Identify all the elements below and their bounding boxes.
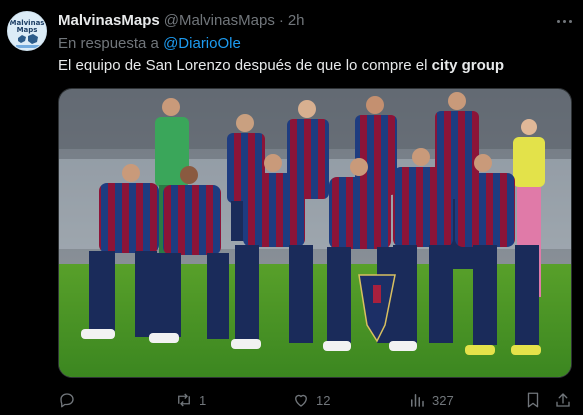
retweet-button[interactable]: 1 — [175, 388, 206, 412]
tweet-text: El equipo de San Lorenzo después de que … — [58, 56, 504, 76]
more-options-icon[interactable] — [555, 12, 575, 30]
retweet-icon — [178, 393, 190, 407]
reply-icon — [60, 393, 74, 408]
tweet-text-main: El equipo de San Lorenzo después de que … — [58, 57, 432, 74]
separator-dot: · — [278, 12, 284, 29]
heart-icon — [295, 394, 307, 407]
retweet-count: 1 — [199, 392, 207, 408]
tweet[interactable]: Malvinas Maps MalvinasMaps @MalvinasMaps ·… — [0, 0, 583, 415]
reply-context: En respuesta a @DiarioOle — [58, 34, 241, 54]
tweet-actions: 1 12 327 — [0, 388, 583, 414]
tweet-media-photo[interactable] — [58, 88, 572, 378]
author-handle[interactable]: @MalvinasMaps — [164, 12, 275, 29]
team-photo — [59, 89, 571, 377]
like-count: 12 — [316, 392, 331, 408]
bookmark-button[interactable] — [524, 388, 542, 412]
views-icon — [411, 394, 424, 407]
share-button[interactable] — [554, 388, 572, 412]
reply-mention-link[interactable]: @DiarioOle — [163, 35, 241, 52]
tweet-header: MalvinasMaps @MalvinasMaps · 2h — [58, 11, 305, 31]
bookmark-icon — [527, 392, 539, 408]
views-count: 327 — [432, 392, 454, 408]
islands-map-icon — [16, 34, 40, 48]
reply-prefix: En respuesta a — [58, 35, 159, 52]
avatar[interactable]: Malvinas Maps — [7, 11, 47, 51]
reply-button[interactable] — [58, 388, 82, 412]
like-button[interactable]: 12 — [292, 388, 330, 412]
views-button[interactable]: 327 — [408, 388, 454, 412]
share-icon — [556, 393, 570, 407]
tweet-timestamp[interactable]: 2h — [288, 12, 305, 29]
tweet-text-bold: city group — [431, 57, 505, 74]
author-display-name[interactable]: MalvinasMaps — [58, 12, 160, 29]
